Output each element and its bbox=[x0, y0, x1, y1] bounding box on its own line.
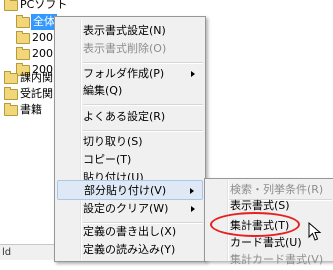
folder-icon bbox=[16, 31, 30, 44]
menu-item-export-definitions[interactable]: 定義の書き出し(X) bbox=[57, 222, 203, 242]
menu-item-edit[interactable]: 編集(Q) bbox=[57, 81, 203, 101]
submenu-item-aggregate-card-format: 集計カード書式(V) bbox=[230, 253, 324, 266]
folder-icon bbox=[4, 0, 18, 11]
menu-item-copy[interactable]: コピー(T) bbox=[57, 150, 203, 170]
menu-item-paste-special[interactable]: 部分貼り付け(V) bbox=[57, 180, 203, 200]
mouse-cursor-icon bbox=[308, 222, 322, 241]
folder-icon bbox=[16, 47, 30, 60]
menu-item-display-format-delete: 表示書式削除(O) bbox=[83, 42, 167, 55]
folder-open-icon bbox=[16, 15, 30, 28]
submenu-arrow-icon bbox=[191, 71, 195, 77]
menu-item-cut[interactable]: 切り取り(S) bbox=[57, 132, 203, 152]
folder-icon bbox=[4, 103, 18, 116]
submenu-arrow-icon bbox=[190, 188, 194, 194]
folder-icon bbox=[4, 71, 18, 84]
menu-separator bbox=[83, 104, 203, 106]
menu-item-clear-settings[interactable]: 設定のクリア(W) bbox=[57, 199, 203, 219]
annotation-circle bbox=[210, 212, 300, 237]
status-bar: ld bbox=[0, 244, 60, 260]
submenu-arrow-icon bbox=[191, 206, 195, 212]
folder-icon bbox=[4, 87, 18, 100]
menu-item-display-format-settings[interactable]: 表示書式設定(N) bbox=[57, 21, 203, 41]
menu-item-import-definitions[interactable]: 定義の読み込み(Y) bbox=[57, 240, 203, 260]
context-menu: 表示書式設定(N) 表示書式削除(O) フォルダ作成(P) 編集(Q) よくある… bbox=[54, 16, 206, 262]
menu-item-common-settings[interactable]: よくある設定(R) bbox=[57, 107, 203, 127]
